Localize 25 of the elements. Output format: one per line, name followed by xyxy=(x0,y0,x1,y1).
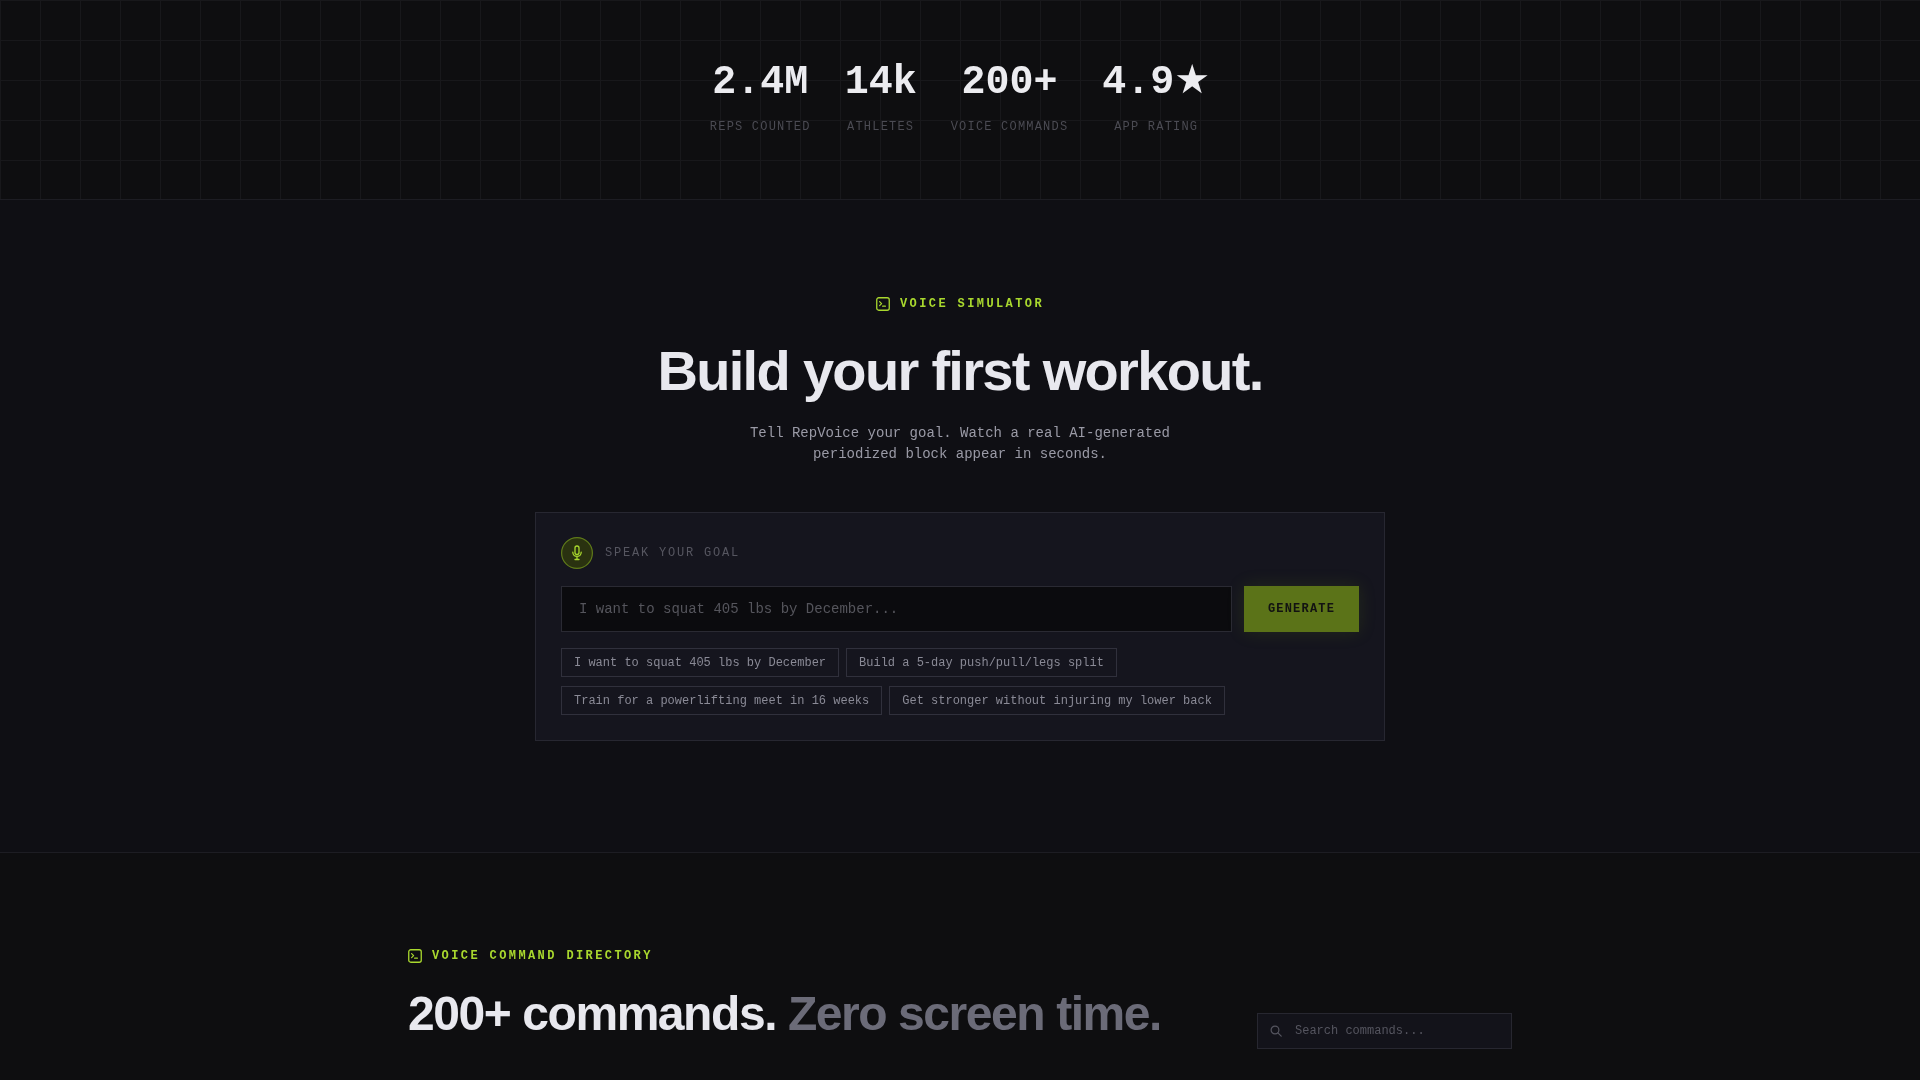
suggestion-chip[interactable]: Build a 5-day push/pull/legs split xyxy=(846,648,1117,677)
goal-input-field[interactable]: I want to squat 405 lbs by December... xyxy=(561,586,1232,632)
section-heading: 200+ commands. Zero screen time. xyxy=(408,987,1161,1040)
stat-value: 4.9★ xyxy=(1102,61,1211,105)
generate-button[interactable]: GENERATE xyxy=(1244,586,1359,632)
stat-label: APP RATING xyxy=(1114,120,1199,134)
stat-label: VOICE COMMANDS xyxy=(950,120,1069,134)
stat-value: 14k xyxy=(844,61,917,105)
search-field[interactable]: Search commands... xyxy=(1257,1013,1512,1049)
stat-value: 200+ xyxy=(961,61,1058,105)
microphone-icon xyxy=(561,537,593,569)
search-icon xyxy=(1270,1025,1282,1037)
section-eyebrow: VOICE COMMAND DIRECTORY xyxy=(432,948,653,964)
card-label: SPEAK YOUR GOAL xyxy=(605,545,741,561)
suggestion-chip[interactable]: Train for a powerlifting meet in 16 weeks xyxy=(561,686,883,715)
stat-label: REPS COUNTED xyxy=(709,120,811,134)
stat-value: 2.4M xyxy=(712,61,809,105)
section-eyebrow: VOICE SIMULATOR xyxy=(900,296,1044,312)
suggestion-chip[interactable]: Get stronger without injuring my lower back xyxy=(889,686,1225,715)
section-subtitle: Tell RepVoice your goal. Watch a real AI-generated periodized block appear in seconds. xyxy=(748,424,1172,464)
stat-label: ATHLETES xyxy=(847,120,915,134)
terminal-icon xyxy=(408,949,422,963)
suggestion-chip[interactable]: I want to squat 405 lbs by December xyxy=(561,648,840,677)
section-heading: Build your first workout. xyxy=(657,340,1263,402)
terminal-icon xyxy=(876,297,890,311)
